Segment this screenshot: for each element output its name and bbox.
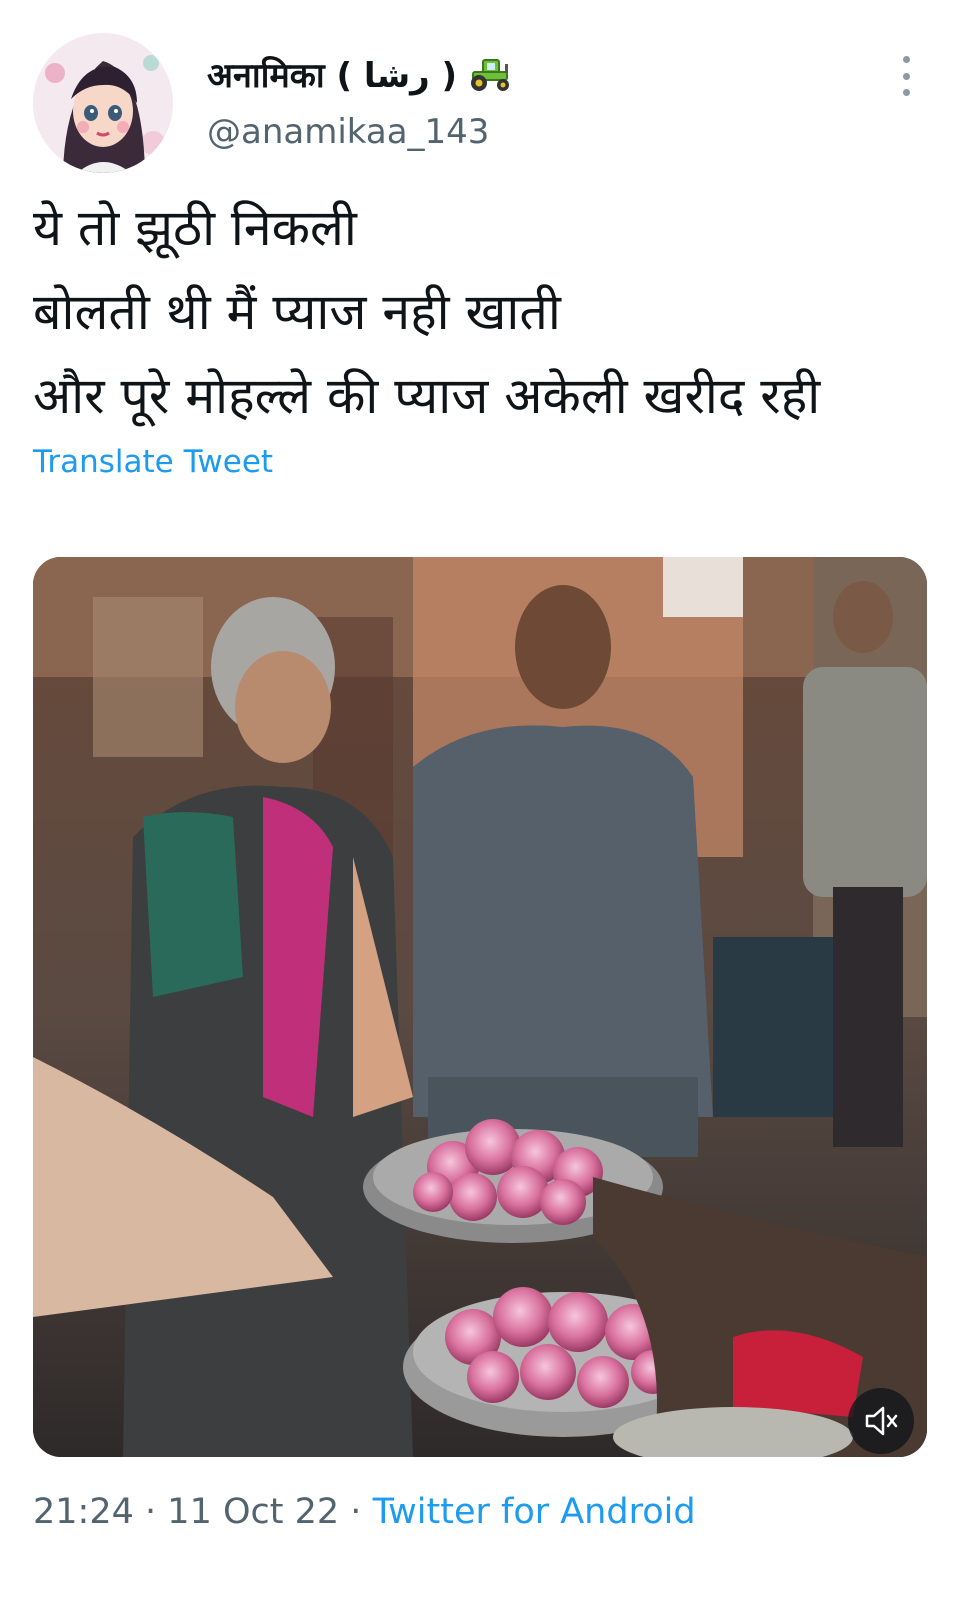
- tweet-time[interactable]: 21:24: [33, 1492, 134, 1532]
- more-options-icon[interactable]: [892, 56, 920, 96]
- tweet-line-1: ये तो झूठी निकली: [33, 199, 357, 257]
- more-dot: [902, 56, 910, 63]
- avatar[interactable]: [33, 33, 173, 173]
- author-name-row[interactable]: अनामिका ( رشا ): [207, 48, 515, 100]
- tweet-text: ये तो झूठी निकली बोलती थी मैं प्याज नही …: [33, 186, 953, 438]
- meta-separator: ·: [350, 1492, 362, 1532]
- video-frame: [33, 557, 927, 1457]
- meta-separator: ·: [145, 1492, 157, 1532]
- tweet-meta: 21:24 · 11 Oct 22 · Twitter for Android: [33, 1492, 696, 1532]
- more-dot: [902, 72, 910, 80]
- more-dot: [902, 89, 910, 96]
- tweet-line-3: और पूरे मोहल्ले की प्याज अकेली खरीद रही: [33, 367, 821, 425]
- tractor-icon: [467, 56, 515, 92]
- tweet-source-link[interactable]: Twitter for Android: [373, 1492, 696, 1532]
- cartoon-girl-avatar-icon: [33, 33, 173, 173]
- speaker-muted-icon[interactable]: [848, 1388, 914, 1454]
- author-display-name[interactable]: अनामिका ( رشا ): [207, 51, 457, 97]
- translate-tweet-link[interactable]: Translate Tweet: [33, 444, 273, 480]
- tweet-video[interactable]: [33, 557, 927, 1457]
- tweet-date[interactable]: 11 Oct 22: [167, 1492, 339, 1532]
- tweet-line-2: बोलती थी मैं प्याज नही खाती: [33, 283, 561, 341]
- author-handle[interactable]: @anamikaa_143: [207, 112, 489, 152]
